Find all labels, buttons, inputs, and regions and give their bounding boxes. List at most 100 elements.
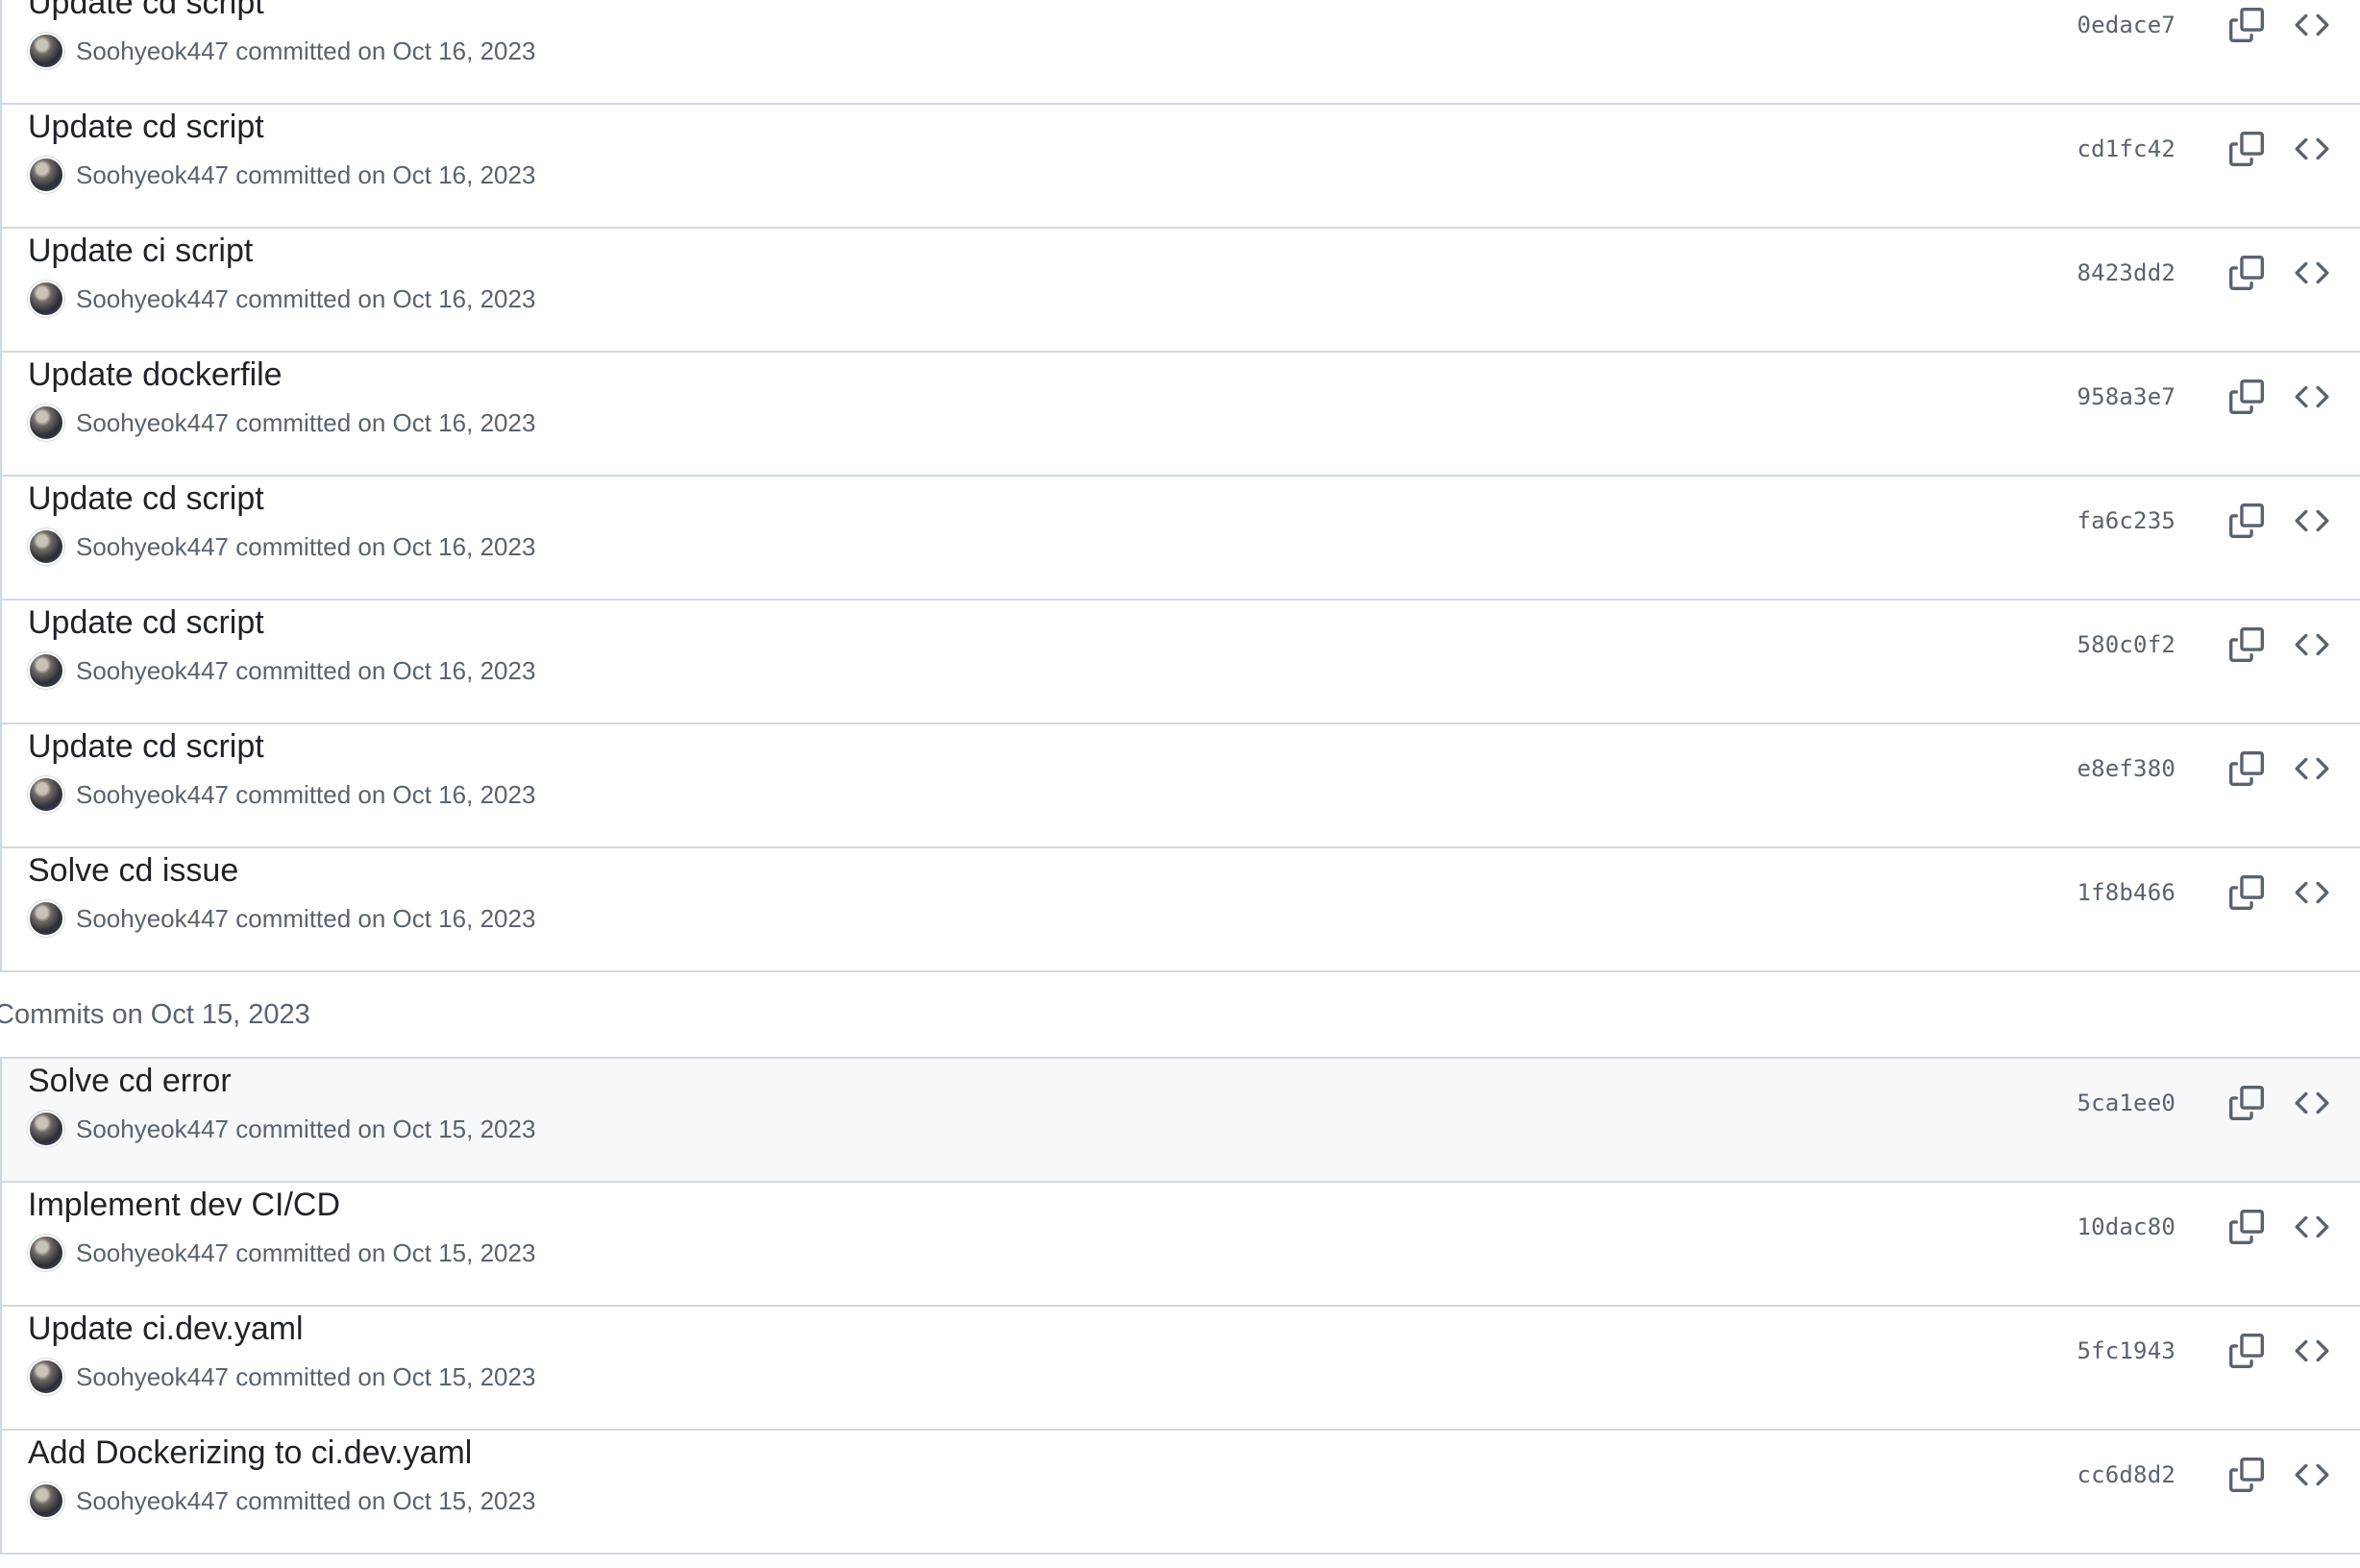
copy-sha-button[interactable]	[2225, 376, 2268, 418]
commit-title[interactable]: Update cd script	[28, 724, 264, 769]
commit-actions: fa6c235	[2077, 502, 2333, 540]
commit-row: Add Dockerizing to ci.dev.yaml Soohyeok4…	[0, 1431, 2360, 1555]
commit-author[interactable]: Soohyeok447	[76, 160, 229, 189]
commit-title[interactable]: Update cd script	[28, 0, 264, 25]
commit-sha[interactable]: cd1fc42	[2077, 135, 2176, 162]
copy-icon	[2229, 256, 2264, 290]
commit-title[interactable]: Update cd script	[28, 600, 264, 645]
browse-repo-button[interactable]	[2291, 500, 2333, 542]
commit-title[interactable]: Update ci.dev.yaml	[28, 1307, 304, 1351]
commit-date-text: committed on Oct 16, 2023	[235, 160, 536, 189]
commit-row: Update ci.dev.yaml Soohyeok447 committed…	[0, 1307, 2360, 1431]
author-avatar[interactable]	[28, 157, 64, 193]
browse-repo-button[interactable]	[2291, 1330, 2333, 1372]
commit-author[interactable]: Soohyeok447	[76, 1486, 229, 1515]
commit-author[interactable]: Soohyeok447	[76, 532, 229, 561]
code-brackets-icon	[2295, 1339, 2329, 1362]
copy-sha-button[interactable]	[2225, 1206, 2268, 1248]
commit-row: Update cd script Soohyeok447 committed o…	[0, 0, 2360, 105]
author-avatar[interactable]	[28, 1235, 64, 1271]
author-avatar[interactable]	[28, 404, 64, 441]
commit-author[interactable]: Soohyeok447	[76, 780, 229, 809]
commit-title[interactable]: Solve cd error	[28, 1059, 232, 1103]
author-avatar[interactable]	[28, 528, 64, 565]
copy-sha-button[interactable]	[2225, 500, 2268, 542]
commit-row: Update dockerfile Soohyeok447 committed …	[0, 353, 2360, 477]
commit-actions: 8423dd2	[2077, 254, 2333, 292]
browse-repo-button[interactable]	[2291, 624, 2333, 666]
commit-row: Implement dev CI/CD Soohyeok447 committe…	[0, 1183, 2360, 1307]
commit-author[interactable]: Soohyeok447	[76, 904, 229, 933]
commit-sha[interactable]: 0edace7	[2077, 12, 2176, 38]
commit-date-text: committed on Oct 16, 2023	[235, 656, 536, 685]
commit-actions: e8ef380	[2077, 749, 2333, 788]
browse-repo-button[interactable]	[2291, 376, 2333, 418]
author-avatar[interactable]	[28, 900, 64, 937]
author-avatar[interactable]	[28, 1482, 64, 1519]
code-brackets-icon	[2295, 633, 2329, 656]
author-avatar[interactable]	[28, 652, 64, 689]
browse-repo-button[interactable]	[2291, 871, 2333, 914]
copy-sha-button[interactable]	[2225, 624, 2268, 666]
commit-title[interactable]: Update cd script	[28, 477, 264, 521]
commit-title[interactable]: Update dockerfile	[28, 353, 283, 397]
commit-author[interactable]: Soohyeok447	[76, 284, 229, 313]
code-brackets-icon	[2295, 1215, 2329, 1238]
browse-repo-button[interactable]	[2291, 128, 2333, 170]
commit-sha[interactable]: 10dac80	[2077, 1213, 2176, 1240]
copy-sha-button[interactable]	[2225, 128, 2268, 170]
commit-meta: Soohyeok447 committed on Oct 16, 2023	[28, 900, 535, 937]
commit-meta: Soohyeok447 committed on Oct 15, 2023	[28, 1359, 535, 1395]
commit-sha[interactable]: 5ca1ee0	[2077, 1090, 2176, 1116]
commit-row: Update cd script Soohyeok447 committed o…	[0, 477, 2360, 600]
browse-repo-button[interactable]	[2291, 252, 2333, 294]
copy-sha-button[interactable]	[2225, 1454, 2268, 1496]
author-avatar[interactable]	[28, 1359, 64, 1395]
author-avatar[interactable]	[28, 1111, 64, 1147]
commit-sha[interactable]: cc6d8d2	[2077, 1461, 2176, 1488]
browse-repo-button[interactable]	[2291, 1454, 2333, 1496]
author-avatar[interactable]	[28, 281, 64, 317]
copy-icon	[2229, 751, 2264, 786]
browse-repo-button[interactable]	[2291, 1206, 2333, 1248]
commit-author[interactable]: Soohyeok447	[76, 1362, 229, 1391]
commit-author[interactable]: Soohyeok447	[76, 1115, 229, 1143]
commit-title[interactable]: Update cd script	[28, 105, 264, 149]
commit-group-header: Commits on Oct 15, 2023	[0, 998, 310, 1030]
commit-sha[interactable]: 5fc1943	[2077, 1337, 2176, 1364]
code-brackets-icon	[2295, 1091, 2329, 1115]
copy-sha-button[interactable]	[2225, 4, 2268, 46]
code-brackets-icon	[2295, 881, 2329, 904]
copy-icon	[2229, 132, 2264, 166]
commit-date-text: committed on Oct 15, 2023	[235, 1238, 536, 1267]
copy-sha-button[interactable]	[2225, 252, 2268, 294]
copy-sha-button[interactable]	[2225, 747, 2268, 790]
commit-title[interactable]: Implement dev CI/CD	[28, 1183, 340, 1227]
browse-repo-button[interactable]	[2291, 1082, 2333, 1124]
commit-title[interactable]: Solve cd issue	[28, 848, 238, 893]
commit-row: Solve cd issue Soohyeok447 committed on …	[0, 848, 2360, 972]
commit-row: Update cd script Soohyeok447 committed o…	[0, 600, 2360, 724]
commit-sha[interactable]: e8ef380	[2077, 755, 2176, 782]
commit-sha[interactable]: fa6c235	[2077, 507, 2176, 534]
copy-sha-button[interactable]	[2225, 1082, 2268, 1124]
author-avatar[interactable]	[28, 33, 64, 69]
commit-sha[interactable]: 580c0f2	[2077, 631, 2176, 658]
browse-repo-button[interactable]	[2291, 4, 2333, 46]
commit-author[interactable]: Soohyeok447	[76, 656, 229, 685]
commit-sha[interactable]: 958a3e7	[2077, 383, 2176, 410]
author-avatar[interactable]	[28, 776, 64, 813]
commit-sha[interactable]: 1f8b466	[2077, 879, 2176, 906]
commit-author[interactable]: Soohyeok447	[76, 1238, 229, 1267]
copy-sha-button[interactable]	[2225, 1330, 2268, 1372]
commit-author[interactable]: Soohyeok447	[76, 408, 229, 437]
commit-title[interactable]: Add Dockerizing to ci.dev.yaml	[28, 1431, 472, 1475]
browse-repo-button[interactable]	[2291, 747, 2333, 790]
commit-author[interactable]: Soohyeok447	[76, 37, 229, 65]
commit-actions: 1f8b466	[2077, 873, 2333, 912]
copy-icon	[2229, 503, 2264, 538]
commit-actions: 5ca1ee0	[2077, 1084, 2333, 1122]
commit-sha[interactable]: 8423dd2	[2077, 259, 2176, 286]
copy-sha-button[interactable]	[2225, 871, 2268, 914]
commit-title[interactable]: Update ci script	[28, 229, 253, 273]
